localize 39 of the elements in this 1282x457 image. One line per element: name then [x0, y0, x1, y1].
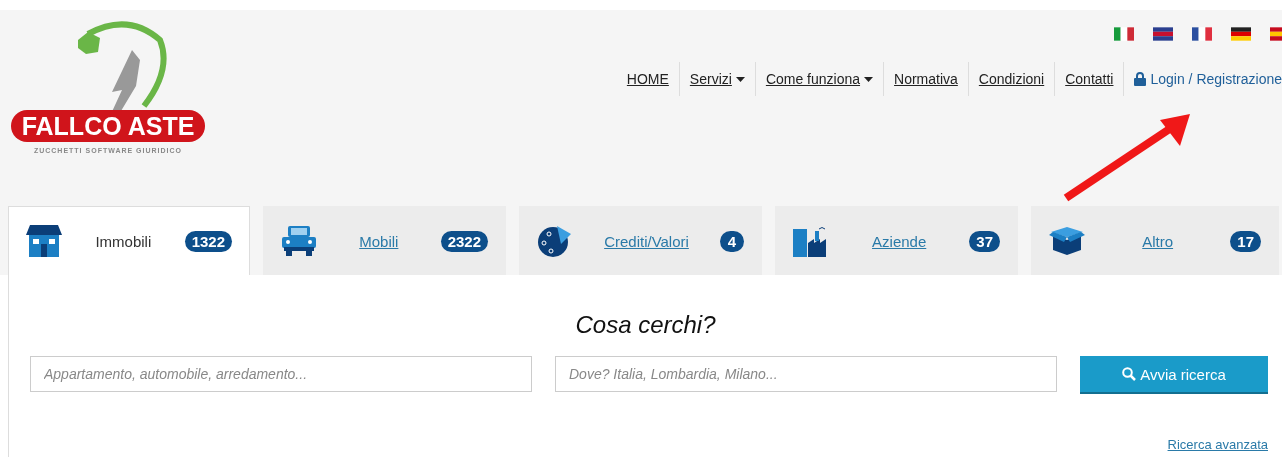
- tab-label: Mobili: [358, 232, 400, 250]
- nav-dropdown[interactable]: Servizi: [679, 62, 756, 96]
- tab-label: Crediti/Valori: [603, 232, 690, 250]
- category-tab[interactable]: Immobili 1322: [8, 206, 250, 275]
- login-link[interactable]: Login / Registrazione: [1124, 62, 1282, 96]
- tab-label: Immobili: [94, 232, 153, 250]
- germany-flag-icon[interactable]: [1231, 27, 1251, 41]
- category-tab[interactable]: Aziende 37: [775, 206, 1018, 275]
- count-badge: 37: [969, 230, 1000, 252]
- count-badge: 17: [1230, 230, 1261, 252]
- what-input-field[interactable]: Appartamento, automobile, arredamento...: [30, 356, 532, 392]
- tab-label: Aziende: [871, 232, 928, 250]
- money-pie-icon: [537, 224, 573, 258]
- nav-link[interactable]: Normativa: [884, 62, 969, 96]
- jeep-icon: [281, 225, 317, 257]
- tab-label: Altro: [1141, 232, 1175, 250]
- house-icon: [26, 225, 62, 257]
- nav-link[interactable]: Condizioni: [968, 62, 1056, 96]
- logo-wordmark: FALLCO ASTE: [11, 110, 205, 142]
- count-badge: 1322: [184, 230, 232, 252]
- search-title: Cosa cerchi?: [574, 311, 717, 339]
- advanced-search-link[interactable]: Ricerca avanzata: [1167, 437, 1268, 452]
- nav-dropdown[interactable]: Come funziona: [755, 62, 885, 96]
- nav-link[interactable]: HOME: [616, 62, 680, 96]
- where-input-field[interactable]: Dove? Italia, Lombardia, Milano...: [555, 356, 1057, 392]
- italy-flag-icon[interactable]: [1114, 27, 1134, 41]
- nav-link[interactable]: Contatti: [1055, 62, 1125, 96]
- caret-icon: [864, 76, 874, 82]
- caret-icon: [735, 76, 745, 82]
- factory-icon: [793, 225, 829, 257]
- box-icon: [1049, 226, 1085, 256]
- category-tab[interactable]: Crediti/Valori 4: [519, 206, 762, 275]
- category-tab[interactable]: Mobili 2322: [263, 206, 506, 275]
- category-tab[interactable]: Altro 17: [1031, 206, 1279, 275]
- search-icon: [1122, 367, 1137, 381]
- lock-icon: [1134, 72, 1147, 86]
- count-badge: 4: [720, 230, 744, 252]
- france-flag-icon[interactable]: [1192, 27, 1212, 41]
- count-badge: 2322: [440, 230, 488, 252]
